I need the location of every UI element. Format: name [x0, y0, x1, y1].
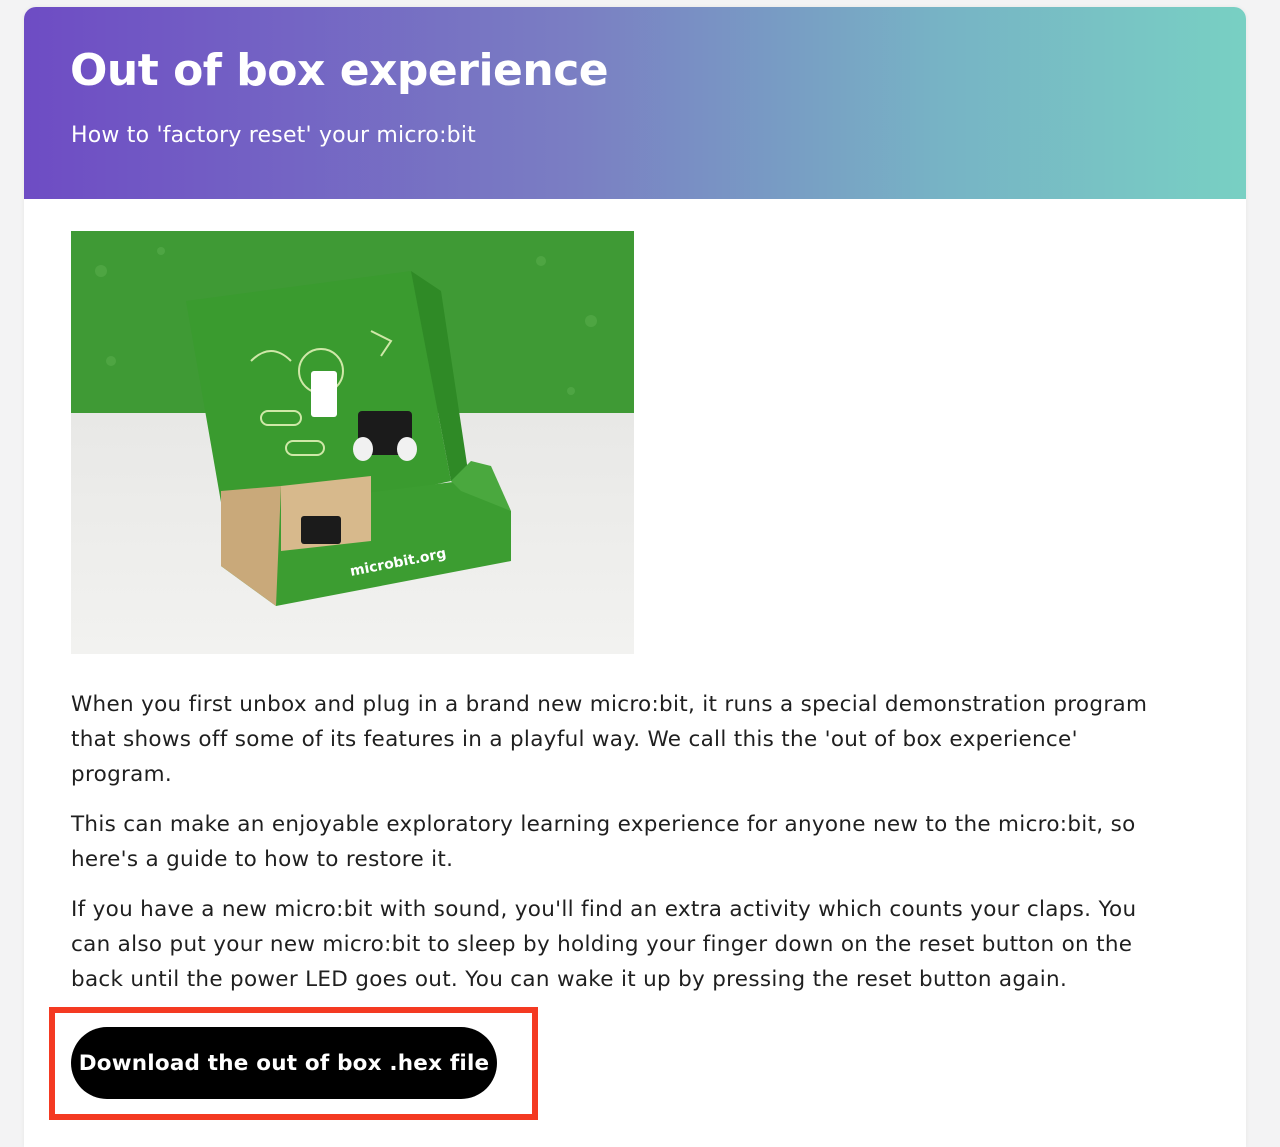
- microbit-box-image: microbit.org: [71, 231, 634, 654]
- page-subtitle: How to 'factory reset' your micro:bit: [71, 123, 476, 148]
- download-hex-button[interactable]: Download the out of box .hex file: [71, 1027, 497, 1099]
- article-body: microbit.org: [71, 231, 1181, 654]
- hero-banner: Out of box experience How to 'factory re…: [24, 7, 1246, 199]
- intro-paragraph: When you first unbox and plug in a brand…: [71, 692, 1148, 787]
- box-illustration: microbit.org: [95, 247, 597, 606]
- page-title: Out of box experience: [70, 45, 609, 96]
- guide-paragraph: This can make an enjoyable exploratory l…: [71, 812, 1136, 872]
- sound-paragraph: If you have a new micro:bit with sound, …: [71, 897, 1137, 992]
